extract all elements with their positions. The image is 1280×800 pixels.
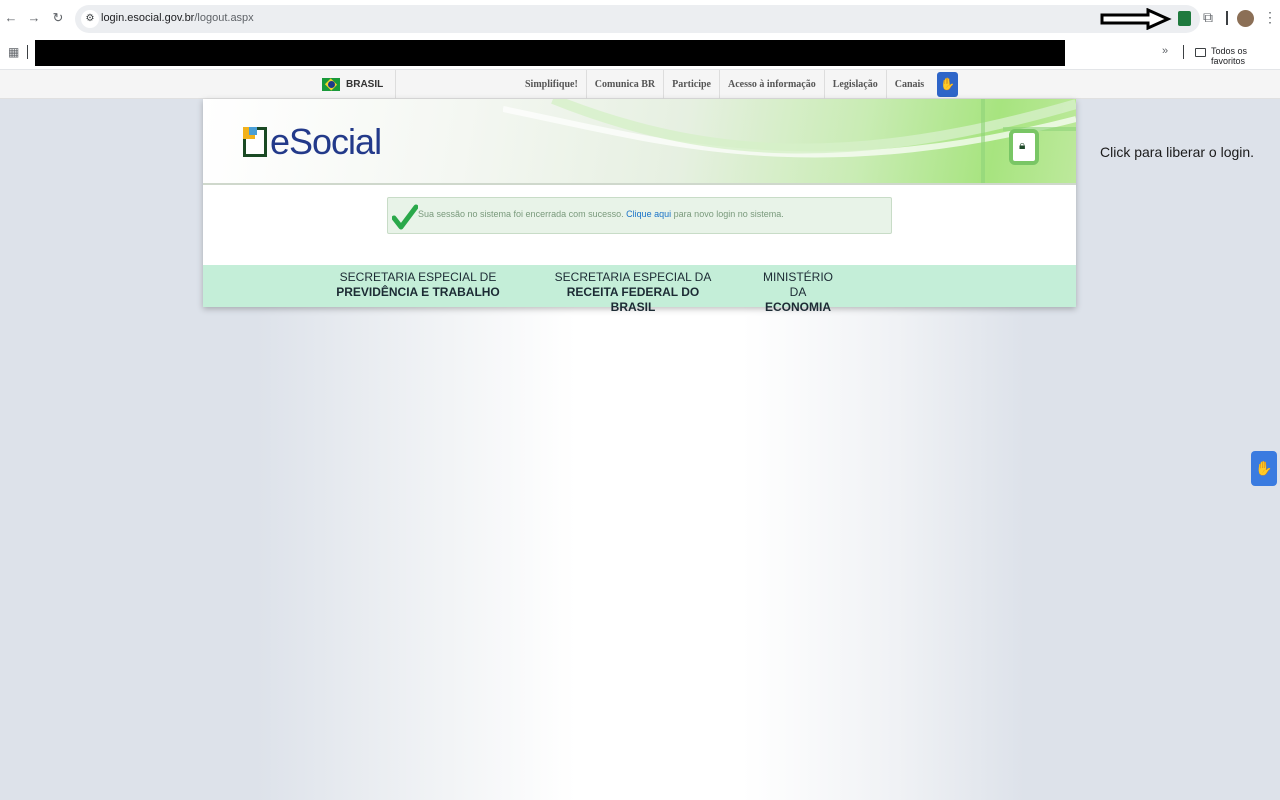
footer-receita: SECRETARIA ESPECIAL DA RECEITA FEDERAL D… (543, 270, 723, 315)
url-host: login.esocial.gov.br (101, 12, 195, 24)
logout-message-text: Sua sessão no sistema foi encerrada com … (418, 209, 784, 219)
unlock-login-button[interactable]: 🔒︎ (1009, 129, 1039, 165)
all-bookmarks-link[interactable]: Todos os favoritos (1211, 46, 1280, 66)
arrow-annotation-icon (1100, 8, 1172, 30)
decorative-swoosh (503, 99, 1076, 183)
message-text-before: Sua sessão no sistema foi encerrada com … (418, 209, 624, 219)
url-path: /logout.aspx (194, 12, 254, 24)
logo-text: eSocial (270, 121, 382, 162)
footer-line1: MINISTÉRIO DA (762, 270, 833, 299)
login-card: eSocial 🔒︎ Sua sessão no sistema foi enc… (203, 99, 1076, 314)
libras-hand-icon[interactable]: ✋ (937, 72, 958, 97)
esocial-doc-icon (243, 127, 267, 157)
lock-icon: 🔒︎ (1019, 138, 1026, 152)
address-bar[interactable]: ⚙ login.esocial.gov.br/logout.aspx (75, 5, 1200, 33)
gov-links: Simplifique! Comunica BR Participe Acess… (517, 70, 932, 99)
footer-line2: PREVIDÊNCIA E TRABALHO (336, 285, 500, 299)
folder-icon[interactable] (1195, 48, 1206, 57)
footer-line1: SECRETARIA ESPECIAL DE (339, 270, 497, 284)
gov-link-canais[interactable]: Canais (887, 70, 932, 99)
gov-link-acesso-informacao[interactable]: Acesso à informação (720, 70, 825, 99)
gov-barra: BRASIL Simplifique! Comunica BR Particip… (0, 70, 1280, 99)
govbar-divider (395, 70, 396, 99)
gov-link-legislacao[interactable]: Legislação (825, 70, 887, 99)
logout-message: Sua sessão no sistema foi encerrada com … (387, 197, 892, 234)
bookmarks-divider (1183, 45, 1184, 59)
libras-hand-icon[interactable]: ✋ (1251, 451, 1277, 486)
bookmarks-bar: ▦ » Todos os favoritos (0, 36, 1280, 70)
redacted-bookmarks (35, 40, 1065, 66)
esocial-logo[interactable]: eSocial (243, 121, 382, 163)
release-login-hint: Click para liberar o login. (1100, 144, 1255, 160)
browser-toolbar: ← → ↻ ⚙ login.esocial.gov.br/logout.aspx… (0, 0, 1280, 36)
new-login-link[interactable]: Clique aqui (626, 209, 671, 219)
brasil-link[interactable]: BRASIL (322, 76, 383, 93)
footer-line1: SECRETARIA ESPECIAL DA (554, 270, 712, 284)
kebab-menu-icon[interactable]: ⋮ (1263, 9, 1277, 26)
checkmark-icon (392, 204, 418, 230)
brazil-flag-icon (322, 78, 340, 91)
footer-line2: RECEITA FEDERAL DO BRASIL (566, 285, 700, 314)
footer-previdencia: SECRETARIA ESPECIAL DE PREVIDÊNCIA E TRA… (333, 270, 503, 300)
gov-link-simplifique[interactable]: Simplifique! (517, 70, 587, 99)
bookmarks-overflow-button[interactable]: » (1162, 45, 1168, 57)
reload-icon[interactable]: ↻ (50, 10, 66, 26)
gov-link-participe[interactable]: Participe (664, 70, 720, 99)
profile-avatar[interactable] (1237, 10, 1254, 27)
bookmarks-divider (27, 45, 28, 59)
footer-line2: ECONOMIA (765, 300, 831, 314)
arrow-left-icon[interactable]: ← (3, 10, 19, 26)
extension-icon[interactable] (1178, 11, 1191, 26)
url-text[interactable]: login.esocial.gov.br/logout.aspx (101, 12, 254, 24)
message-text-after: para novo login no sistema. (673, 209, 784, 219)
footer-band: SECRETARIA ESPECIAL DE PREVIDÊNCIA E TRA… (203, 265, 1076, 314)
gov-link-comunica-br[interactable]: Comunica BR (587, 70, 665, 99)
apps-grid-icon[interactable]: ▦ (8, 45, 19, 59)
card-header: eSocial 🔒︎ (203, 99, 1076, 185)
tune-icon[interactable]: ⚙ (81, 10, 99, 28)
puzzle-icon[interactable]: ⧉ (1203, 9, 1213, 26)
toolbar-divider (1226, 11, 1228, 25)
arrow-right-icon[interactable]: → (26, 10, 42, 26)
footer-economia: MINISTÉRIO DA ECONOMIA (758, 270, 838, 315)
brasil-label: BRASIL (346, 79, 384, 90)
